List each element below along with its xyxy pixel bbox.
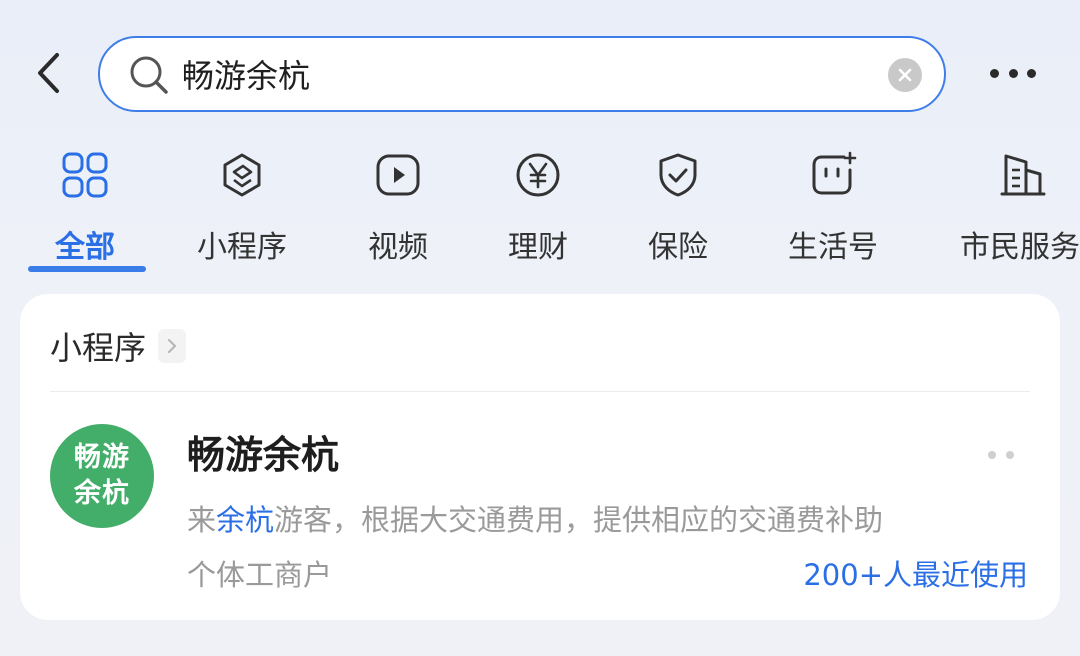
more-dot-icon: [990, 68, 999, 78]
tab-label: 全部: [55, 230, 115, 265]
tab-citizen-services[interactable]: 市民服务: [960, 150, 1080, 270]
chevron-right-icon: [158, 329, 187, 363]
tab-life-account[interactable]: 生活号: [775, 150, 891, 270]
tab-insurance[interactable]: 保险: [630, 150, 726, 270]
more-options-button[interactable]: [990, 58, 1036, 88]
grid-icon: [62, 152, 108, 198]
building-icon: [1000, 154, 1046, 196]
chevron-left-icon: [38, 53, 59, 93]
desc-highlight: 余杭: [216, 503, 275, 537]
more-dot-icon: [1008, 68, 1018, 78]
search-input[interactable]: [182, 48, 872, 100]
video-play-icon: [376, 154, 420, 196]
shield-icon: [659, 153, 697, 197]
tab-label: 小程序: [197, 230, 287, 265]
tab-label: 市民服务: [960, 230, 1080, 265]
category-tabs: 全部 小程序 视频 理财 保险 生活号 市民服务: [0, 140, 1080, 280]
yen-icon: [516, 153, 560, 197]
section-title: 小程序: [50, 329, 147, 367]
logo-text-line1: 畅游: [74, 442, 130, 473]
close-icon: [898, 68, 912, 82]
search-box[interactable]: [98, 36, 946, 112]
mini-program-icon: [223, 153, 261, 197]
more-dot-icon: [988, 451, 996, 459]
app-logo: 畅游 余杭: [50, 424, 154, 528]
desc-prefix: 来: [187, 503, 217, 537]
active-tab-indicator: [28, 266, 146, 272]
recent-usage-count: 200+人最近使用: [803, 558, 1028, 592]
app-description: 来余杭游客，根据大交通费用，提供相应的交通费补助: [187, 497, 883, 539]
divider: [50, 391, 1030, 392]
more-dot-icon: [1027, 68, 1036, 78]
tab-video[interactable]: 视频: [350, 150, 446, 270]
desc-suffix: 游客，根据大交通费用，提供相应的交通费补助: [274, 503, 884, 537]
mini-program-result[interactable]: 畅游 余杭 畅游余杭 来余杭游客，根据大交通费用，提供相应的交通费补助 个体工商…: [20, 394, 1060, 614]
more-dot-icon: [1006, 451, 1014, 459]
top-bar: [0, 0, 1080, 140]
tab-label: 视频: [368, 230, 428, 265]
merchant-type: 个体工商户: [187, 558, 333, 592]
clear-search-button[interactable]: [888, 58, 922, 92]
back-button[interactable]: [28, 50, 68, 96]
tab-finance[interactable]: 理财: [490, 150, 586, 270]
search-icon: [130, 56, 168, 94]
life-account-icon: [812, 151, 857, 195]
logo-text-line2: 余杭: [74, 478, 130, 509]
app-more-button[interactable]: [988, 448, 1014, 462]
tab-label: 保险: [648, 230, 708, 265]
tab-all[interactable]: 全部: [35, 150, 135, 270]
app-name: 畅游余杭: [187, 433, 340, 477]
tab-label: 理财: [508, 230, 568, 265]
results-card: 小程序 畅游 余杭 畅游余杭 来余杭游客，根据大交通费用，提供相应的交通费补助 …: [20, 294, 1060, 620]
tab-mini-program[interactable]: 小程序: [180, 150, 304, 270]
section-header-mini-programs[interactable]: 小程序: [50, 324, 187, 368]
tab-label: 生活号: [788, 230, 878, 265]
